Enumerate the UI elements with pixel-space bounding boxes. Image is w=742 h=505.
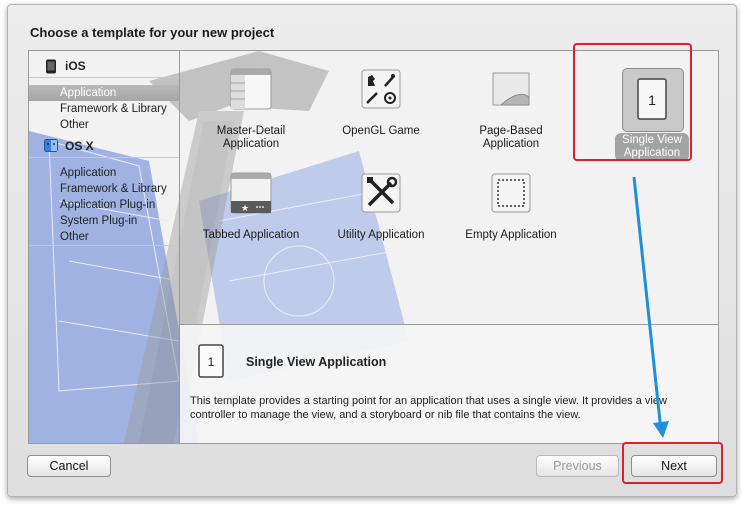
template-opengl-game[interactable]: OpenGL Game <box>316 59 446 159</box>
sidebar-item-osx-application-plugin[interactable]: Application Plug-in <box>29 197 179 213</box>
cancel-button[interactable]: Cancel <box>27 455 111 477</box>
svg-text:1: 1 <box>208 355 215 369</box>
sidebar-divider <box>29 157 179 158</box>
sidebar-item-ios-other[interactable]: Other <box>29 117 179 133</box>
highlight-single-view <box>573 43 692 161</box>
sidebar-divider <box>29 77 179 78</box>
osx-finder-icon <box>44 139 58 152</box>
template-description-panel: 1 Single View Application This template … <box>180 324 718 443</box>
sidebar-item-osx-application[interactable]: Application <box>29 165 179 181</box>
sidebar-item-ios-application[interactable]: Application <box>29 85 179 101</box>
sidebar-item-label: Application <box>60 87 117 99</box>
template-page-based[interactable]: Page-Based Application <box>446 59 576 159</box>
sidebar-item-label: Application Plug-in <box>60 199 156 211</box>
sidebar-item-osx-framework-library[interactable]: Framework & Library <box>29 181 179 197</box>
template-label: Tabbed Application <box>202 229 300 241</box>
sidebar-item-ios-framework-library[interactable]: Framework & Library <box>29 101 179 117</box>
page-based-icon <box>492 72 530 106</box>
sidebar-group-label: iOS <box>65 59 86 73</box>
template-label: Utility Application <box>337 229 425 241</box>
sidebar-item-label: Framework & Library <box>60 103 167 115</box>
highlight-next-button <box>622 442 723 484</box>
template-label: Empty Application <box>465 229 557 241</box>
sidebar-item-osx-other[interactable]: Other <box>29 229 179 245</box>
dialog-title: Choose a template for your new project <box>30 25 275 40</box>
template-tabbed[interactable]: ★ Tabbed Application <box>186 163 316 263</box>
sidebar-group-label: OS X <box>65 139 94 153</box>
sidebar-item-label: System Plug-in <box>60 215 138 227</box>
sidebar-item-label: Other <box>60 119 89 131</box>
svg-text:★: ★ <box>241 204 249 214</box>
description-text: This template provides a starting point … <box>190 395 667 421</box>
template-label: Master-Detail Application <box>216 125 286 150</box>
utility-tools-icon <box>361 173 401 213</box>
sidebar-divider <box>29 245 179 246</box>
template-utility[interactable]: Utility Application <box>316 163 446 263</box>
opengl-game-icon <box>361 69 401 109</box>
sidebar-group-osx: OS X <box>29 135 179 157</box>
template-label: OpenGL Game <box>342 125 420 137</box>
template-label: Page-Based Application <box>479 125 543 150</box>
master-detail-icon <box>230 68 272 110</box>
sidebar-item-label: Application <box>60 167 117 179</box>
sidebar-item-label: Other <box>60 231 89 243</box>
empty-app-icon <box>491 173 531 213</box>
template-empty[interactable]: Empty Application <box>446 163 576 263</box>
previous-button[interactable]: Previous <box>536 455 619 477</box>
tabbed-icon: ★ <box>230 172 272 214</box>
sidebar-group-ios: iOS <box>29 55 179 77</box>
single-view-icon: 1 <box>198 344 224 378</box>
template-master-detail[interactable]: Master-Detail Application <box>186 59 316 159</box>
template-category-sidebar: iOS Application Framework & Library Othe… <box>29 51 180 443</box>
sidebar-item-label: Framework & Library <box>60 183 167 195</box>
iphone-icon <box>46 59 56 74</box>
description-title: Single View Application <box>246 355 387 369</box>
sidebar-item-osx-system-plugin[interactable]: System Plug-in <box>29 213 179 229</box>
